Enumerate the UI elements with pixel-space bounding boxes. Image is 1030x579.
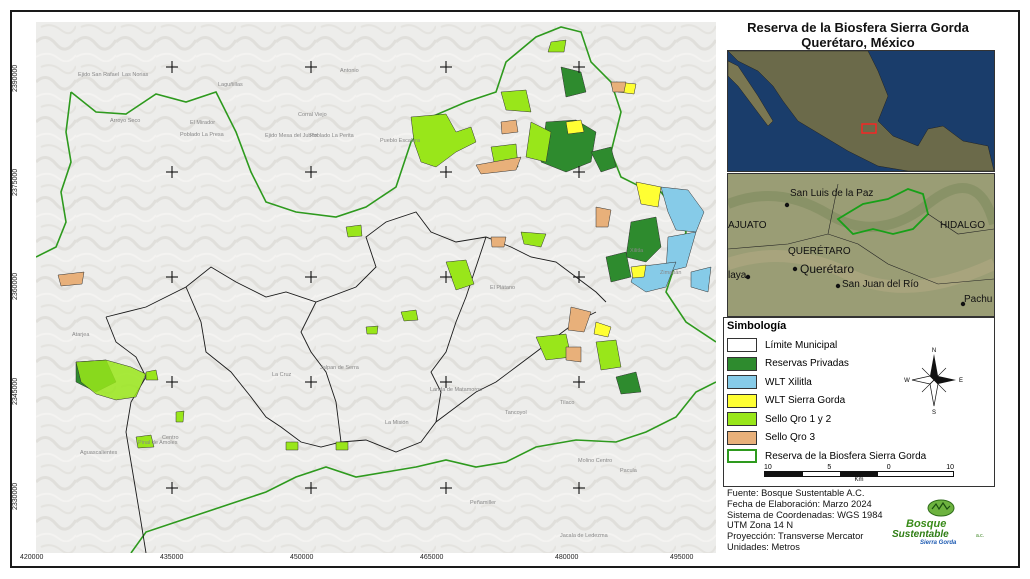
legend-swatch <box>727 338 757 352</box>
legend-label: Sello Qro 3 <box>765 432 816 443</box>
place-label: Pueblo Escalera <box>380 138 421 144</box>
legend-label: WLT Sierra Gorda <box>765 395 846 406</box>
north-arrow-icon: N S E W <box>904 348 963 416</box>
legend-label: Reservas Privadas <box>765 358 849 369</box>
legend-swatch <box>727 430 757 445</box>
place-label: La Cruz <box>272 372 292 378</box>
scale-label-3: 0 <box>886 464 891 471</box>
place-label: Molino Centro <box>578 458 613 464</box>
scale-label-2: 5 <box>827 464 832 471</box>
x-tick-label-3: 450000 <box>290 554 314 561</box>
y-tick-label-4: 2345000 <box>12 377 19 405</box>
scale-label-4: 10 <box>946 464 954 471</box>
place-label: La Misión <box>385 420 409 426</box>
x-tick-label-1: 420000 <box>20 554 44 561</box>
region-inset-map[interactable]: San Luis de la Paz AJUATO HIDALGO QUERÉT… <box>727 173 995 317</box>
svg-text:E: E <box>959 378 963 384</box>
place-label: Poblado La Presa <box>180 132 224 138</box>
city-dot <box>745 274 751 280</box>
legend-label: Límite Municipal <box>765 339 838 351</box>
place-label: Jalpan de Serra <box>320 365 359 371</box>
svg-text:W: W <box>904 378 910 384</box>
tree-logo-icon <box>927 499 955 517</box>
legend-panel: Simbología Límite Municipal Reservas Priv… <box>723 317 995 487</box>
inset-label-queretaro-state: QUERÉTARO <box>788 246 851 257</box>
mexico-inset-canvas <box>728 51 994 171</box>
city-dot <box>835 283 841 289</box>
place-label: Peñamiller <box>470 500 496 506</box>
y-tick-label-5: 2330000 <box>12 482 19 510</box>
legend-swatch <box>727 356 757 371</box>
logo-line3: Sierra Gorda <box>920 540 957 546</box>
svg-text:S: S <box>932 410 936 416</box>
inset-label-hidalgo: HIDALGO <box>940 220 986 231</box>
map-canvas <box>36 22 716 553</box>
legend-label: Sello Qro 1 y 2 <box>765 413 832 425</box>
logo-suffix: a.c. <box>976 533 985 539</box>
legend-item: Sello Qro 3 <box>727 430 816 445</box>
place-label: Laguñillas <box>218 82 243 88</box>
logo-line2: Sustentable <box>892 529 949 540</box>
legend-item: Reserva de la Biosfera Sierra Gorda <box>727 449 926 463</box>
place-label: Poblado La Perita <box>310 133 354 139</box>
inset-label-san-luis: San Luis de la Paz <box>790 188 874 199</box>
y-tick-label-2: 2375000 <box>12 168 19 196</box>
legend-item: Sello Qro 1 y 2 <box>727 412 831 426</box>
place-label: El Plátano <box>490 285 516 291</box>
legend-swatch <box>727 412 757 426</box>
legend-item: WLT Xilitla <box>727 375 812 389</box>
map-title: Reserva de la Biosfera Sierra Gorda Quer… <box>722 20 994 52</box>
legend-swatch <box>727 375 757 389</box>
place-label: Ejido San Rafael <box>78 72 119 78</box>
x-tick-label-6: 495000 <box>670 554 694 561</box>
map-title-line1: Reserva de la Biosfera Sierra Gorda <box>747 20 969 35</box>
legend-label: WLT Xilitla <box>765 376 812 388</box>
svg-text:N: N <box>932 348 936 354</box>
place-label: Zimapán <box>660 270 682 276</box>
place-label: El Mirador <box>190 120 216 126</box>
legend-swatch <box>727 449 757 463</box>
legend-swatch <box>727 393 757 408</box>
y-tick-label-3: 2360000 <box>12 272 19 300</box>
main-map[interactable] <box>36 22 716 553</box>
legend-item: Límite Municipal <box>727 338 837 352</box>
x-tick-label-4: 465000 <box>420 554 444 561</box>
city-dot <box>784 202 790 208</box>
place-label: Corral Viejo <box>298 112 327 118</box>
legend-title: Simbología <box>727 320 787 332</box>
place-label: Arroyo Seco <box>110 118 141 124</box>
legend-item: WLT Sierra Gorda <box>727 393 846 408</box>
place-label: Landa de Matamoros <box>430 387 482 393</box>
place-label: Pacula <box>620 468 637 474</box>
inset-label-guanajuato: AJUATO <box>728 220 767 231</box>
place-label: Tilaco <box>560 400 575 406</box>
x-tick-label-2: 435000 <box>160 554 184 561</box>
bosque-sustentable-logo: Bosque Sustentable a.c. Sierra Gorda <box>892 498 990 550</box>
place-label: Aguascalientes <box>80 450 118 456</box>
place-label: Tancoyol <box>505 410 527 416</box>
inset-label-queretaro-city: Querétaro <box>800 262 855 276</box>
place-label: Xilitla <box>630 248 644 254</box>
scale-bar: 10 5 0 10 Km <box>764 464 954 483</box>
inset-label-pachu: Pachu <box>964 294 993 305</box>
place-label: Centro <box>162 435 179 441</box>
city-dot <box>792 266 798 272</box>
legend-item: Reservas Privadas <box>727 356 849 371</box>
legend-label: Reserva de la Biosfera Sierra Gorda <box>765 450 927 462</box>
place-label: Jacala de Ledezma <box>560 533 608 539</box>
y-tick-label-1: 2390000 <box>12 64 19 92</box>
place-label: Antonio <box>340 68 359 74</box>
inset-label-laya: laya <box>728 270 747 281</box>
place-label: Atarjea <box>72 332 90 338</box>
inset-label-san-juan: San Juan del Río <box>842 279 919 290</box>
scale-unit: Km <box>854 477 864 483</box>
place-label: Las Norias <box>122 72 149 78</box>
scale-label-1: 10 <box>764 464 772 471</box>
x-tick-label-5: 480000 <box>555 554 579 561</box>
mexico-inset-map[interactable] <box>727 50 995 172</box>
map-title-line2: Querétaro, México <box>801 35 915 50</box>
